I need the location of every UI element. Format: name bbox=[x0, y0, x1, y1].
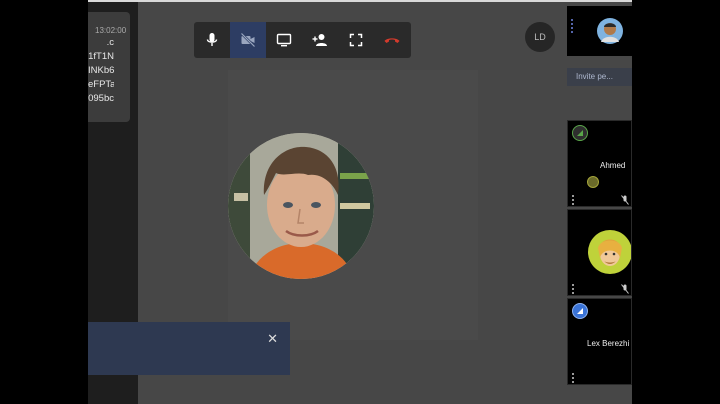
add-participant-button[interactable] bbox=[302, 22, 338, 58]
filmstrip: Invite pe... Ahmed Lex Berezhi bbox=[567, 6, 632, 398]
meeting-app: 13:02:00 .c 1fT1N INKb6 eFPTa 095bc LD ✕… bbox=[88, 0, 632, 404]
chat-line: 095bc bbox=[88, 93, 114, 104]
chat-timestamp: 13:02:00 bbox=[95, 26, 127, 35]
audio-level-indicator bbox=[587, 176, 599, 188]
self-thumbnail[interactable] bbox=[567, 6, 632, 56]
hang-up-button[interactable] bbox=[374, 22, 410, 58]
hang-up-icon bbox=[384, 38, 400, 43]
avatar bbox=[588, 230, 631, 274]
connection-indicator[interactable] bbox=[572, 303, 588, 319]
notification-toast: ✕ bbox=[88, 322, 290, 375]
participant-name: Lex Berezhi bbox=[587, 339, 630, 348]
left-black-margin bbox=[0, 0, 88, 404]
dominant-speaker-avatar bbox=[228, 133, 374, 279]
microphone-button[interactable] bbox=[194, 22, 230, 58]
chat-line: .c bbox=[106, 37, 114, 48]
fullscreen-icon bbox=[349, 33, 363, 47]
more-options-icon[interactable] bbox=[572, 373, 575, 383]
chat-message-bubble: 13:02:00 .c 1fT1N INKb6 eFPTa 095bc bbox=[88, 12, 130, 122]
more-options-icon[interactable] bbox=[571, 19, 574, 33]
right-black-margin bbox=[632, 0, 720, 404]
chat-line: eFPTa bbox=[88, 79, 114, 90]
screen-share-icon bbox=[276, 33, 292, 47]
microphone-icon bbox=[206, 33, 218, 46]
participant-tile[interactable] bbox=[567, 209, 632, 296]
invite-people-button[interactable]: Invite pe... bbox=[567, 68, 632, 86]
add-user-icon bbox=[312, 34, 327, 46]
share-screen-button[interactable] bbox=[266, 22, 302, 58]
more-options-icon[interactable] bbox=[572, 284, 575, 294]
close-icon[interactable]: ✕ bbox=[267, 332, 278, 345]
muted-microphone-icon bbox=[621, 284, 629, 294]
connection-indicator[interactable] bbox=[572, 125, 588, 141]
signal-icon bbox=[577, 308, 583, 314]
muted-microphone-icon bbox=[621, 195, 629, 205]
signal-icon bbox=[577, 130, 583, 136]
window-top-border bbox=[88, 0, 632, 2]
more-options-icon[interactable] bbox=[572, 195, 575, 205]
fullscreen-button[interactable] bbox=[338, 22, 374, 58]
local-user-avatar[interactable]: LD bbox=[525, 22, 555, 52]
call-toolbar bbox=[194, 22, 411, 58]
camera-off-icon bbox=[240, 32, 256, 48]
camera-toggle-button[interactable] bbox=[230, 22, 266, 58]
chat-line: 1fT1N bbox=[88, 51, 114, 62]
chat-message-text: .c 1fT1N INKb6 eFPTa 095bc bbox=[88, 36, 114, 106]
participant-tile[interactable]: Lex Berezhi bbox=[567, 298, 632, 385]
participant-tile[interactable]: Ahmed bbox=[567, 120, 632, 207]
participant-name: Ahmed bbox=[600, 161, 626, 170]
chat-line: INKb6 bbox=[88, 65, 114, 76]
avatar bbox=[597, 18, 623, 44]
